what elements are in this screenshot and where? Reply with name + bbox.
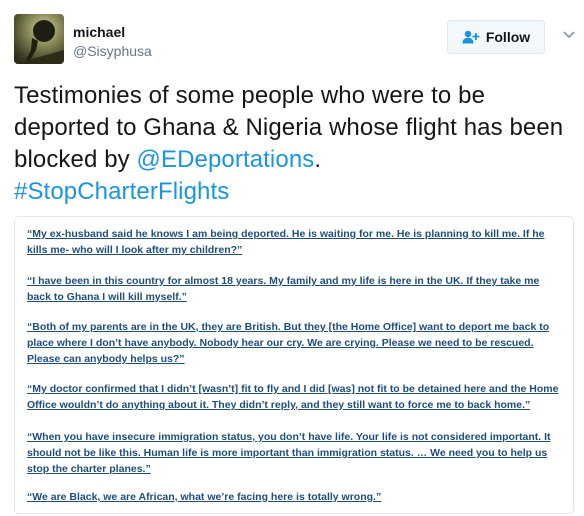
attached-image-card[interactable]: “My ex-husband said he knows I am being … — [14, 216, 574, 514]
add-user-icon — [462, 30, 480, 44]
tweet-punctuation: . — [314, 146, 322, 173]
follow-label: Follow — [485, 29, 531, 45]
user-handle[interactable]: @Sisyphusa — [73, 43, 152, 59]
quote-item: “My ex-husband said he knows I am being … — [27, 228, 545, 256]
hashtag-link[interactable]: #StopCharterFlights — [14, 178, 229, 205]
sisyphus-boulder-avatar-icon — [14, 20, 64, 64]
quote-item: “My doctor confirmed that I didn’t [wasn… — [27, 383, 559, 411]
quote-item: “Both of my parents are in the UK, they … — [27, 321, 550, 365]
tweet-header: michael @Sisyphusa Follow — [14, 14, 576, 64]
tweet-text: Testimonies of some people who were to b… — [14, 80, 574, 208]
quote-item: “I have been in this country for almost … — [27, 275, 540, 303]
quote-item: “When you have insecure immigration stat… — [27, 431, 551, 475]
mention-link[interactable]: @EDeportations — [137, 146, 315, 173]
user-name[interactable]: michael — [73, 24, 125, 40]
chevron-down-icon[interactable] — [562, 28, 576, 42]
quote-item: “We are Black, we are African, what we’r… — [27, 491, 382, 503]
avatar[interactable] — [14, 14, 64, 64]
follow-button[interactable]: Follow — [447, 20, 545, 54]
